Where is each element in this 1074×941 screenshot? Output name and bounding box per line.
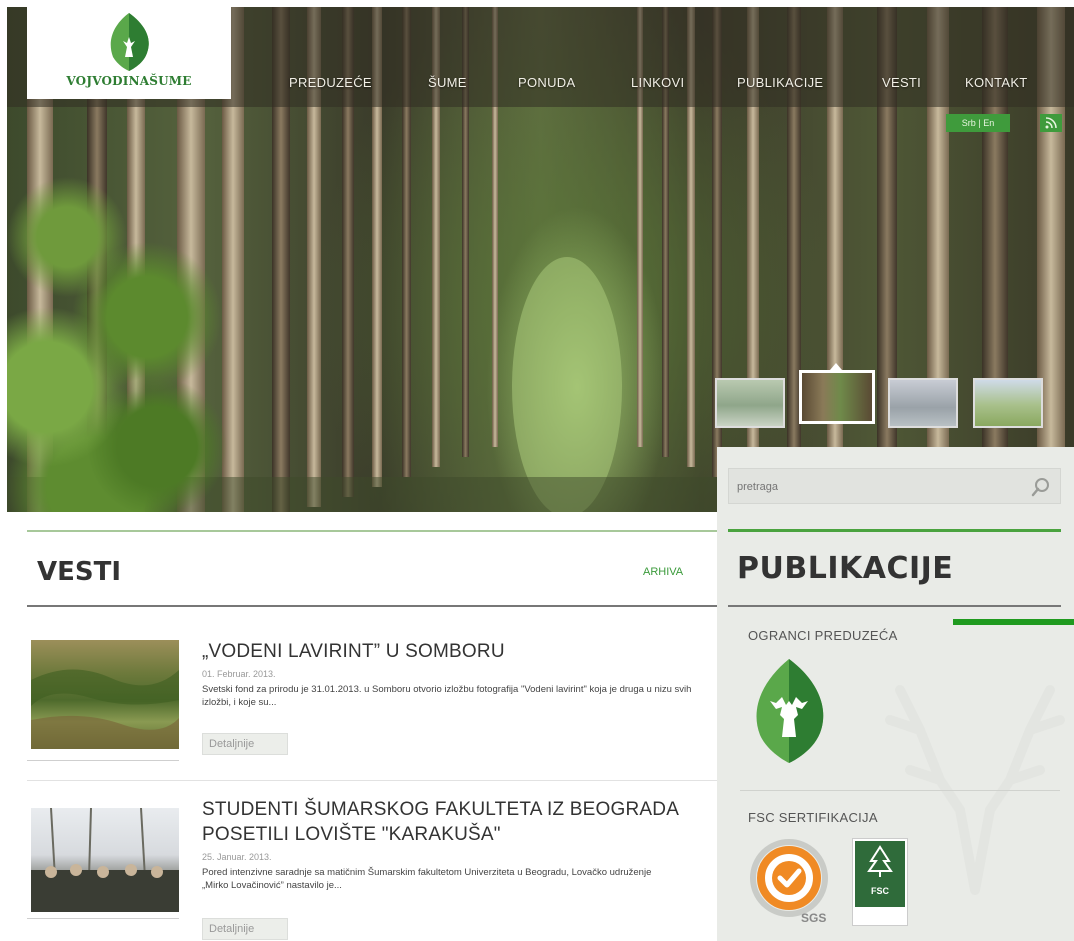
lang-en[interactable]: En xyxy=(983,118,994,128)
publikacije-title[interactable]: PUBLIKACIJE xyxy=(737,551,953,586)
row-separator xyxy=(27,780,717,781)
news-title[interactable]: „VODENI LAVIRINT” U SOMBORU xyxy=(202,640,505,664)
search-icon[interactable] xyxy=(1030,476,1052,498)
deer-watermark-icon xyxy=(885,685,1065,895)
news-date: 25. Januar. 2013. xyxy=(202,852,272,862)
publikacije-top-border xyxy=(728,529,1061,532)
search-input[interactable] xyxy=(737,477,1017,497)
sgs-label: SGS xyxy=(801,911,827,925)
language-switcher: Srb | En xyxy=(946,114,1010,132)
news-excerpt: Svetski fond za prirodu je 31.01.2013. u… xyxy=(202,684,692,708)
news-image[interactable] xyxy=(31,640,179,749)
lang-separator: | xyxy=(978,118,981,128)
ogranci-leaf-deer-icon[interactable] xyxy=(746,657,832,765)
image-separator xyxy=(27,760,179,761)
fsc-badge-text: FSC xyxy=(871,886,889,896)
nav-item-kontakt[interactable]: KONTAKT xyxy=(965,75,1028,90)
search-box xyxy=(728,468,1061,504)
fsc-badge-green: FSC xyxy=(855,841,905,907)
slider-thumbnail[interactable] xyxy=(888,378,958,428)
nav-item-vesti[interactable]: VESTI xyxy=(882,75,921,90)
nav-item-sume[interactable]: ŠUME xyxy=(428,75,467,90)
fsc-tree-icon xyxy=(867,845,893,877)
slider-thumbnail-active[interactable] xyxy=(799,370,875,424)
vesti-top-border xyxy=(27,530,717,532)
rss-button[interactable] xyxy=(1040,114,1062,132)
details-button[interactable]: Detaljnije xyxy=(202,733,288,755)
fsc-badge[interactable]: FSC xyxy=(852,838,908,926)
news-date: 01. Februar. 2013. xyxy=(202,669,276,679)
leaf-deer-logo-icon xyxy=(110,13,149,71)
slider-thumbnail[interactable] xyxy=(973,378,1043,428)
news-title-line-1[interactable]: STUDENTI ŠUMARSKOG FAKULTETA IZ BEOGRADA xyxy=(202,798,679,822)
sidebar-divider xyxy=(740,790,1060,791)
news-excerpt: Pored intenzivne saradnje sa matičnim Šu… xyxy=(202,867,652,891)
main-nav: PREDUZEĆE ŠUME PONUDA LINKOVI PUBLIKACIJ… xyxy=(0,75,1074,95)
nav-item-linkovi[interactable]: LINKOVI xyxy=(631,75,684,90)
image-separator xyxy=(27,918,179,919)
thumbnail-pointer xyxy=(830,363,842,370)
nav-item-preduzece[interactable]: PREDUZEĆE xyxy=(289,75,372,90)
publikacije-underline xyxy=(728,605,1061,607)
accent-line xyxy=(953,619,1074,625)
rss-icon xyxy=(1045,117,1057,129)
news-title-line-2[interactable]: POSETILI LOVIŠTE "KARAKUŠA" xyxy=(202,823,501,847)
nav-item-publikacije[interactable]: PUBLIKACIJE xyxy=(737,75,823,90)
slider-thumbnail[interactable] xyxy=(715,378,785,428)
fsc-label: FSC SERTIFIKACIJA xyxy=(748,810,878,825)
details-button[interactable]: Detaljnije xyxy=(202,918,288,940)
news-image[interactable] xyxy=(31,808,179,912)
archive-link[interactable]: ARHIVA xyxy=(643,566,683,578)
vesti-title: VESTI xyxy=(37,557,122,587)
lang-srb[interactable]: Srb xyxy=(962,118,976,128)
news-image-group-photo xyxy=(31,808,179,912)
ogranci-label: OGRANCI PREDUZEĆA xyxy=(748,628,898,643)
vesti-underline xyxy=(27,605,717,607)
foliage-left xyxy=(7,157,227,512)
nav-item-ponuda[interactable]: PONUDA xyxy=(518,75,575,90)
news-image-landscape xyxy=(31,669,179,749)
